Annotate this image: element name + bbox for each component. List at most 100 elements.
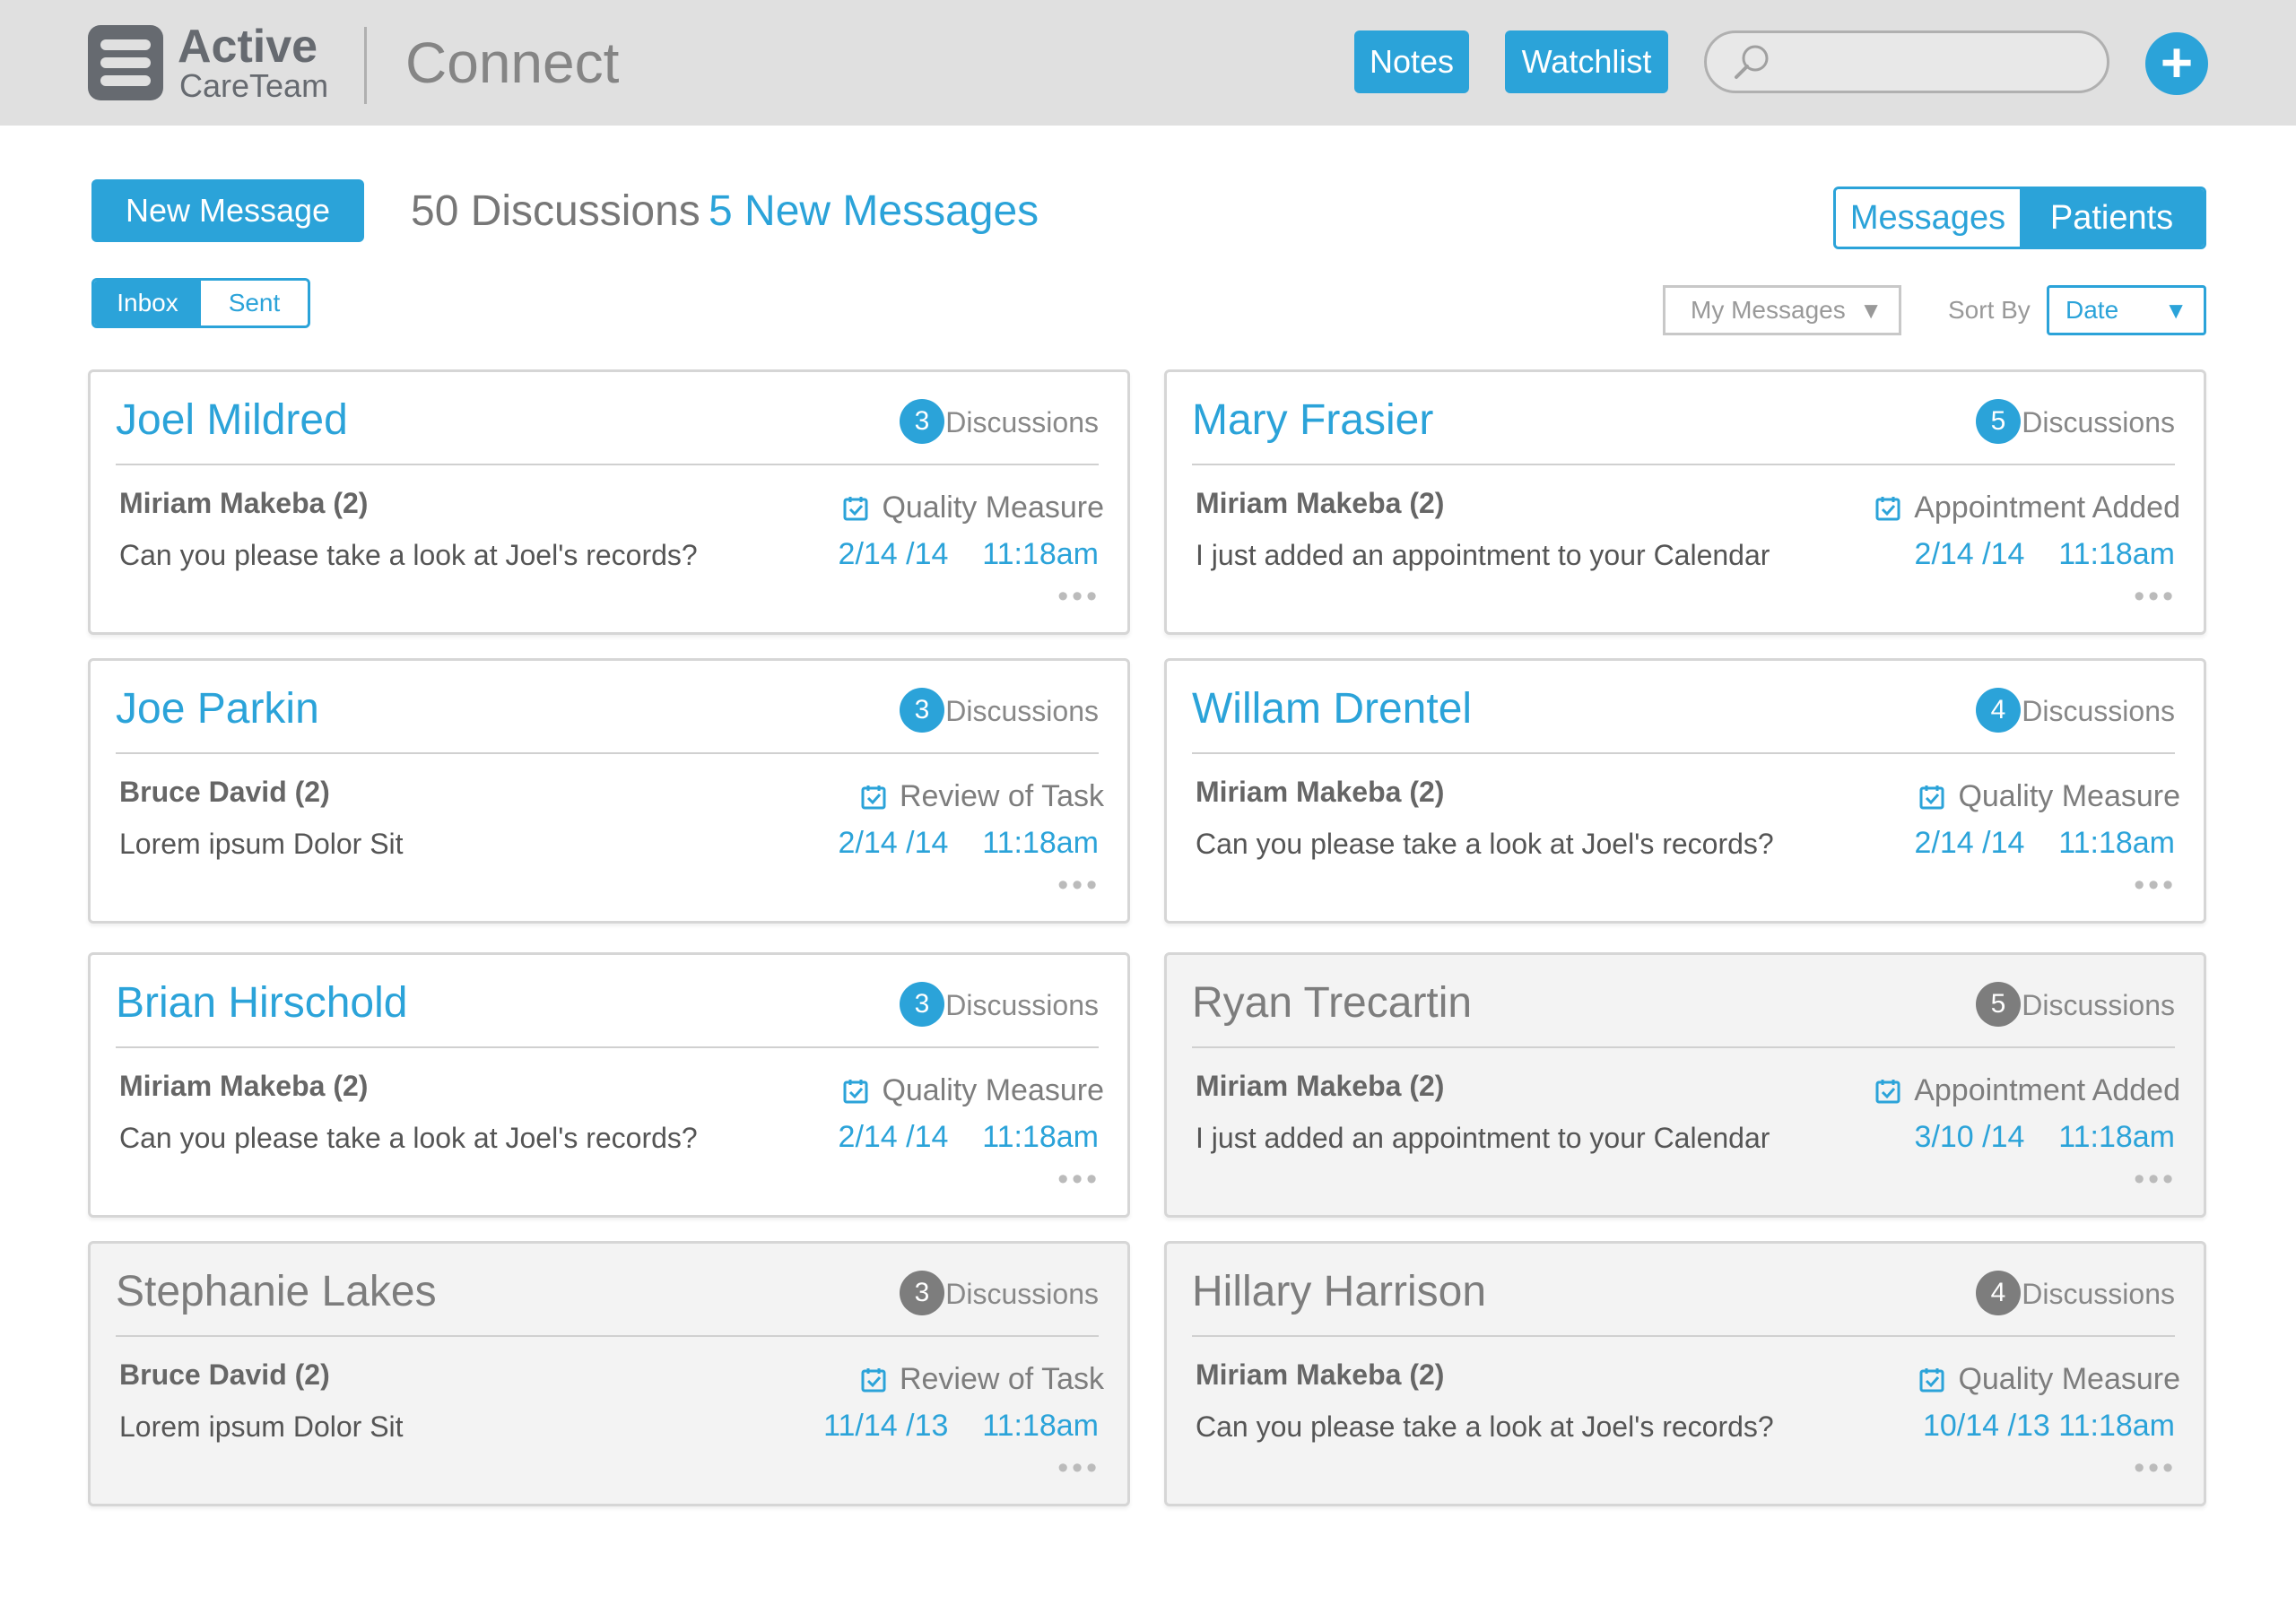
card-divider	[1192, 1335, 2175, 1337]
discussion-card[interactable]: Hillary Harrison 4 Discussions Miriam Ma…	[1164, 1241, 2206, 1506]
patient-name[interactable]: Hillary Harrison	[1192, 1267, 1486, 1316]
sort-dropdown[interactable]: Date ▼	[2047, 285, 2206, 335]
card-divider	[116, 464, 1099, 465]
more-options-icon[interactable]: •••	[2134, 870, 2177, 900]
add-button[interactable]: +	[2145, 32, 2208, 95]
message-tag-label: Quality Measure	[882, 490, 1104, 525]
more-options-icon[interactable]: •••	[1057, 581, 1100, 612]
view-toggle: Messages Patients	[1833, 187, 2206, 249]
discussion-count-badge: 3	[900, 1271, 944, 1315]
sender-name: Miriam Makeba (2)	[1196, 776, 1445, 808]
discussions-label: Discussions	[945, 406, 1099, 438]
message-tag: Appointment Added	[1874, 490, 2180, 525]
patient-name[interactable]: Joel Mildred	[116, 395, 348, 445]
new-messages-count[interactable]: 5 New Messages	[709, 187, 1039, 236]
discussion-count-badge: 5	[1976, 399, 2021, 444]
mailbox-toggle: Inbox Sent	[91, 278, 310, 328]
message-tag: Appointment Added	[1874, 1073, 2180, 1108]
discussions-label: Discussions	[2022, 1278, 2175, 1310]
discussions-count: 50 Discussions	[411, 187, 700, 235]
patient-name[interactable]: Brian Hirschold	[116, 978, 407, 1028]
more-options-icon[interactable]: •••	[1057, 1453, 1100, 1483]
discussion-card[interactable]: Mary Frasier 5 Discussions Miriam Makeba…	[1164, 369, 2206, 635]
logo-text-active: Active	[178, 21, 318, 73]
more-options-icon[interactable]: •••	[1057, 1164, 1100, 1194]
sender-name: Bruce David (2)	[119, 1358, 330, 1391]
patient-name[interactable]: Stephanie Lakes	[116, 1267, 437, 1316]
sender-name: Miriam Makeba (2)	[1196, 1358, 1445, 1391]
filter-dropdown[interactable]: My Messages ▼	[1663, 285, 1901, 335]
patient-name[interactable]: Joe Parkin	[116, 684, 319, 733]
message-preview: Lorem ipsum Dolor Sit	[119, 1410, 404, 1443]
card-divider	[1192, 464, 2175, 465]
calendar-check-icon	[843, 1079, 868, 1103]
discussion-count-badge: 3	[900, 688, 944, 733]
discussion-card[interactable]: Joe Parkin 3 Discussions Bruce David (2)…	[88, 658, 1130, 924]
message-preview: I just added an appointment to your Cale…	[1196, 1122, 1770, 1154]
message-tag: Review of Task	[860, 779, 1104, 814]
calendar-check-icon	[1875, 496, 1900, 520]
new-message-button[interactable]: New Message	[91, 179, 364, 242]
message-tag: Quality Measure	[842, 490, 1104, 525]
calendar-check-icon	[1875, 1079, 1900, 1103]
more-options-icon[interactable]: •••	[1057, 870, 1100, 900]
card-divider	[1192, 752, 2175, 754]
sent-tab[interactable]: Sent	[201, 281, 308, 325]
logo-icon	[88, 25, 163, 100]
message-preview: Can you please take a look at Joel's rec…	[119, 1122, 698, 1154]
discussions-label: Discussions	[945, 989, 1099, 1021]
discussions-label: Discussions	[945, 1278, 1099, 1310]
view-patients-tab[interactable]: Patients	[2020, 189, 2204, 247]
message-preview: Can you please take a look at Joel's rec…	[1196, 828, 1774, 860]
message-preview: Can you please take a look at Joel's rec…	[119, 539, 698, 571]
discussion-count-badge: 3	[900, 399, 944, 444]
message-date: 10/14 /13 11:18am	[1922, 1409, 2175, 1443]
app-title: Connect	[405, 30, 620, 95]
message-tag: Quality Measure	[1918, 1362, 2180, 1397]
sender-name: Miriam Makeba (2)	[119, 1070, 369, 1102]
discussion-card[interactable]: Joel Mildred 3 Discussions Miriam Makeba…	[88, 369, 1130, 635]
watchlist-button[interactable]: Watchlist	[1505, 30, 1668, 93]
search-icon	[1735, 45, 1769, 79]
message-tag-label: Appointment Added	[1914, 1073, 2180, 1107]
message-tag: Quality Measure	[1918, 779, 2180, 814]
discussion-card[interactable]: Brian Hirschold 3 Discussions Miriam Mak…	[88, 952, 1130, 1218]
discussion-card[interactable]: Willam Drentel 4 Discussions Miriam Make…	[1164, 658, 2206, 924]
more-options-icon[interactable]: •••	[2134, 581, 2177, 612]
sort-by-label: Sort By	[1948, 296, 2031, 324]
message-tag-label: Appointment Added	[1914, 490, 2180, 525]
more-options-icon[interactable]: •••	[2134, 1453, 2177, 1483]
view-messages-tab[interactable]: Messages	[1836, 189, 2020, 247]
sender-name: Miriam Makeba (2)	[119, 487, 369, 519]
chevron-down-icon: ▼	[2164, 297, 2187, 324]
discussions-label: Discussions	[945, 695, 1099, 727]
message-date: 2/14 /14 11:18am	[1914, 537, 2175, 571]
patient-name[interactable]: Willam Drentel	[1192, 684, 1472, 733]
calendar-check-icon	[843, 496, 868, 520]
message-preview: I just added an appointment to your Cale…	[1196, 539, 1770, 571]
search-input[interactable]	[1704, 30, 2109, 93]
calendar-check-icon	[1919, 1367, 1944, 1392]
top-bar: Active CareTeam Connect Notes Watchlist …	[0, 0, 2296, 126]
message-date: 2/14 /14 11:18am	[1914, 826, 2175, 860]
inbox-tab[interactable]: Inbox	[94, 281, 201, 325]
discussion-card[interactable]: Ryan Trecartin 5 Discussions Miriam Make…	[1164, 952, 2206, 1218]
patient-name[interactable]: Ryan Trecartin	[1192, 978, 1472, 1028]
sender-name: Miriam Makeba (2)	[1196, 1070, 1445, 1102]
discussion-card[interactable]: Stephanie Lakes 3 Discussions Bruce Davi…	[88, 1241, 1130, 1506]
sender-name: Bruce David (2)	[119, 776, 330, 808]
card-divider	[116, 752, 1099, 754]
calendar-check-icon	[861, 785, 886, 809]
chevron-down-icon: ▼	[1859, 297, 1883, 324]
filter-dropdown-value: My Messages	[1691, 296, 1846, 324]
message-tag: Quality Measure	[842, 1073, 1104, 1108]
discussions-label: Discussions	[2022, 406, 2175, 438]
more-options-icon[interactable]: •••	[2134, 1164, 2177, 1194]
message-preview: Can you please take a look at Joel's rec…	[1196, 1410, 1774, 1443]
calendar-check-icon	[1919, 785, 1944, 809]
notes-button[interactable]: Notes	[1354, 30, 1469, 93]
logo-text-careteam: CareTeam	[179, 67, 329, 104]
message-tag-label: Review of Task	[899, 779, 1104, 813]
patient-name[interactable]: Mary Frasier	[1192, 395, 1433, 445]
message-preview: Lorem ipsum Dolor Sit	[119, 828, 404, 860]
